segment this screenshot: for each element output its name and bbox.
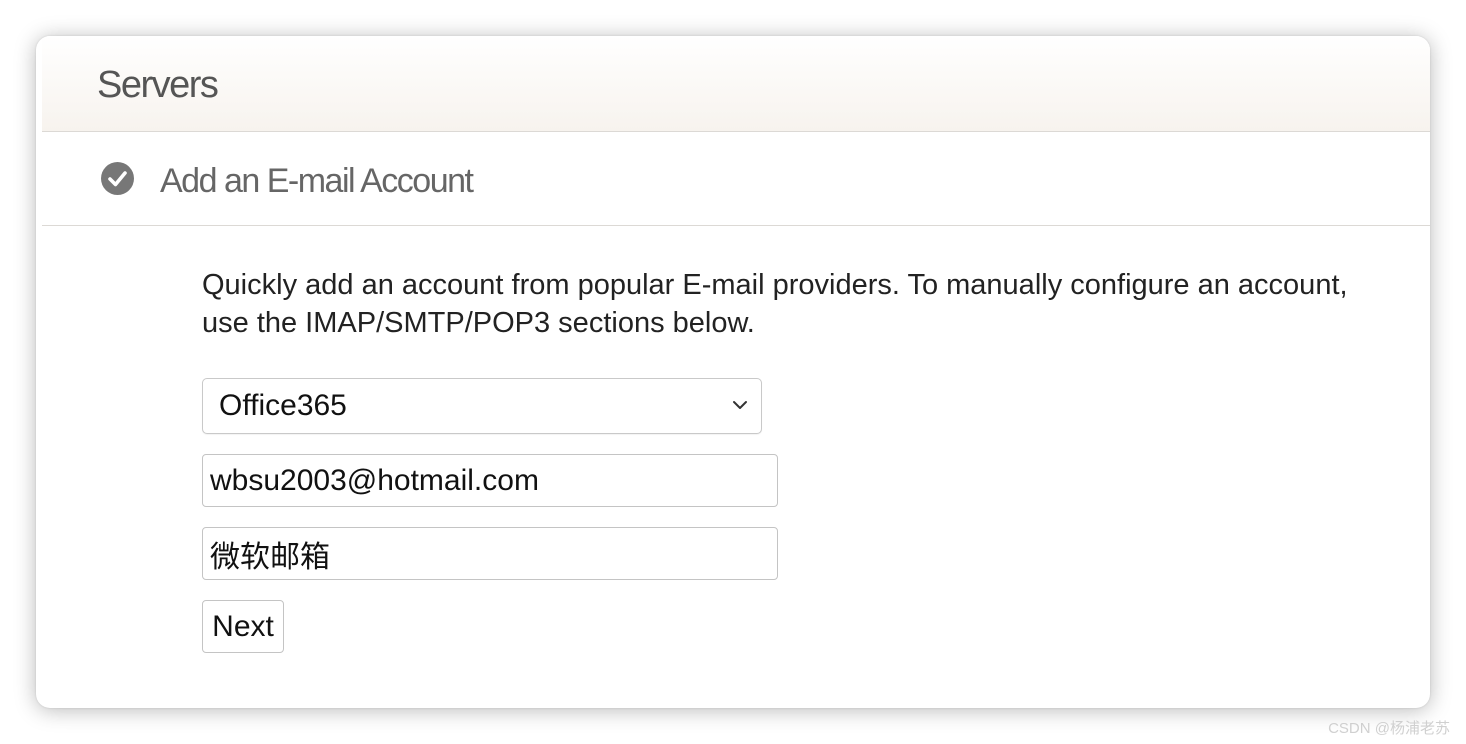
watermark: CSDN @杨浦老苏 bbox=[1328, 720, 1450, 737]
email-input[interactable] bbox=[202, 454, 778, 507]
next-button[interactable]: Next bbox=[202, 600, 284, 653]
form-description: Quickly add an account from popular E-ma… bbox=[202, 269, 1348, 339]
check-circle-icon bbox=[101, 162, 134, 195]
section-title: Add an E-mail Account bbox=[160, 162, 474, 200]
provider-select-value: Office365 bbox=[219, 389, 347, 422]
panel-title: Servers bbox=[97, 64, 219, 106]
settings-window: Servers Add an E-mail Account Quickly ad… bbox=[36, 36, 1430, 708]
add-account-form: Quickly add an account from popular E-ma… bbox=[202, 266, 1362, 653]
chevron-down-icon bbox=[733, 401, 747, 409]
section-header[interactable]: Add an E-mail Account bbox=[42, 132, 1430, 226]
panel-header: Servers bbox=[42, 36, 1430, 132]
provider-select[interactable]: Office365 bbox=[202, 378, 762, 434]
account-name-input[interactable] bbox=[202, 527, 778, 580]
screen: Servers Add an E-mail Account Quickly ad… bbox=[0, 0, 1466, 744]
